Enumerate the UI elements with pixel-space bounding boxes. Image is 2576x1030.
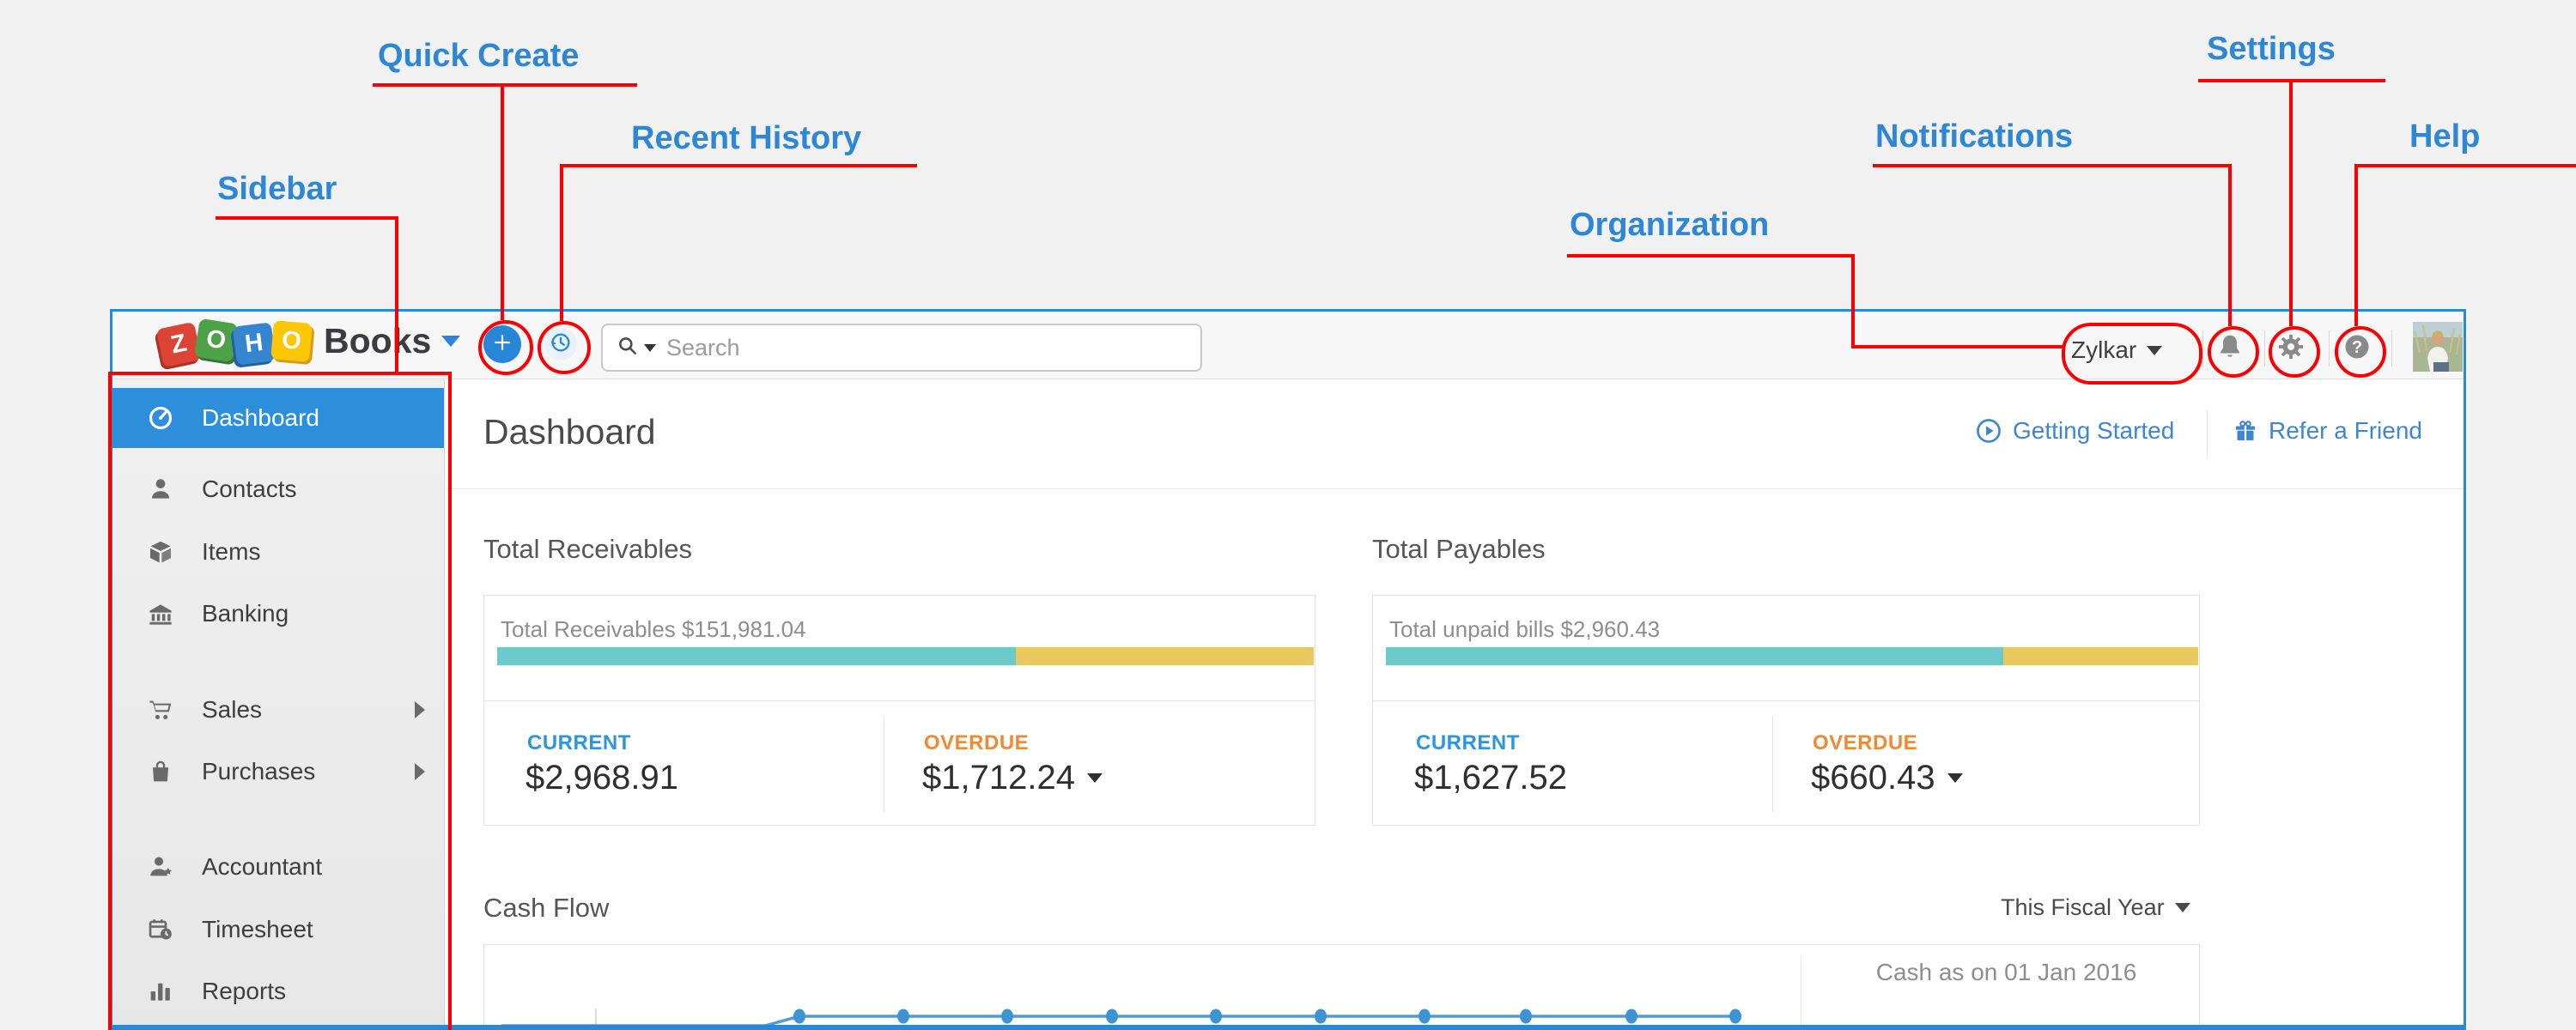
page: Z O H O Books Zylkar <box>0 0 2576 1030</box>
card-divider <box>1373 700 2199 701</box>
search-scope-caret-icon[interactable] <box>644 344 656 352</box>
annotation-line <box>2354 164 2358 326</box>
receivables-progress-bar <box>497 647 1314 665</box>
page-title: Dashboard <box>483 412 656 452</box>
annotation-sidebar: Sidebar <box>217 171 337 208</box>
payables-card: Total unpaid bills $2,960.43 CURRENT $1,… <box>1372 595 2200 826</box>
header-row-divider <box>446 488 2464 489</box>
current-label: CURRENT <box>1416 731 1520 755</box>
cash-flow-chart-card: Cash as on 01 Jan 2016 <box>483 944 2200 1027</box>
annotation-line <box>373 83 637 87</box>
annotation-line <box>1873 164 2232 167</box>
header-divider <box>2264 330 2265 367</box>
header-divider <box>2202 330 2203 367</box>
logo-tile-o2: O <box>270 320 313 362</box>
annotation-line <box>560 164 563 321</box>
annotation-ring-notifications <box>2208 326 2259 378</box>
getting-started-link[interactable]: Getting Started <box>1975 417 2174 445</box>
annotation-line <box>395 216 398 373</box>
receivables-current-value: $2,968.91 <box>526 759 678 797</box>
chevron-down-icon <box>2175 903 2190 912</box>
logo-tile-h: H <box>233 322 276 365</box>
window-bottom-border <box>110 1025 2466 1030</box>
annotation-quick-create: Quick Create <box>378 38 579 75</box>
header-divider <box>2391 330 2392 367</box>
search-icon[interactable] <box>617 335 639 361</box>
logo-tile-o1: O <box>194 318 238 362</box>
annotation-line <box>2289 79 2293 326</box>
payables-overdue-value[interactable]: $660.43 <box>1811 759 1963 797</box>
current-label: CURRENT <box>527 731 631 755</box>
refer-a-friend-link[interactable]: Refer a Friend <box>2233 417 2422 445</box>
card-divider <box>484 700 1315 701</box>
annotation-line <box>2354 164 2576 167</box>
payables-current-value: $1,627.52 <box>1414 759 1567 797</box>
payables-summary: Total unpaid bills $2,960.43 <box>1389 616 1660 643</box>
annotation-line <box>1851 254 1855 348</box>
search-input[interactable] <box>665 334 1187 362</box>
gift-icon <box>2233 418 2258 444</box>
chevron-down-icon[interactable] <box>1087 773 1103 783</box>
chevron-down-icon[interactable] <box>441 336 460 347</box>
product-name: Books <box>324 321 431 361</box>
annotation-line <box>501 83 504 320</box>
annotation-ring-quick-create <box>478 320 533 375</box>
receivables-summary: Total Receivables $151,981.04 <box>501 616 806 643</box>
annotation-line <box>1851 345 2063 348</box>
payables-section-title: Total Payables <box>1372 534 1546 565</box>
overdue-label: OVERDUE <box>924 731 1029 755</box>
column-divider <box>1772 716 1773 812</box>
annotation-ring-help <box>2335 326 2386 378</box>
links-divider <box>2207 410 2208 458</box>
annotation-notifications: Notifications <box>1875 118 2073 155</box>
annotation-ring-settings <box>2269 326 2320 378</box>
annotation-help: Help <box>2409 118 2480 155</box>
annotation-recent-history: Recent History <box>631 120 861 157</box>
period-filter-dropdown[interactable]: This Fiscal Year <box>2001 894 2190 921</box>
annotation-sidebar-rect <box>108 372 452 1030</box>
annotation-ring-recent-history <box>538 321 591 374</box>
cash-flow-section-title: Cash Flow <box>483 893 609 924</box>
payables-progress-current <box>1386 647 2003 665</box>
annotation-pill-organization <box>2062 323 2202 385</box>
annotation-line <box>2228 164 2232 326</box>
receivables-section-title: Total Receivables <box>483 534 692 565</box>
receivables-progress-current <box>497 647 1016 665</box>
global-search[interactable] <box>601 324 1202 372</box>
overdue-label: OVERDUE <box>1813 731 1917 755</box>
annotation-settings: Settings <box>2207 31 2336 68</box>
chevron-down-icon[interactable] <box>1947 773 1963 783</box>
header-divider <box>2329 330 2330 367</box>
payables-progress-bar <box>1386 647 2198 665</box>
annotation-line <box>560 164 917 167</box>
cash-as-on-note: Cash as on 01 Jan 2016 <box>1824 959 2189 986</box>
user-avatar[interactable] <box>2413 322 2463 372</box>
annotation-line <box>216 216 398 220</box>
annotation-organization: Organization <box>1570 207 1769 244</box>
play-circle-icon <box>1975 417 2002 445</box>
cash-flow-line-chart <box>484 945 2201 1027</box>
zoho-books-logo[interactable]: Z O H O Books <box>159 321 460 361</box>
receivables-overdue-value[interactable]: $1,712.24 <box>922 759 1103 797</box>
receivables-card: Total Receivables $151,981.04 CURRENT $2… <box>483 595 1315 826</box>
annotation-line <box>1567 254 1855 258</box>
